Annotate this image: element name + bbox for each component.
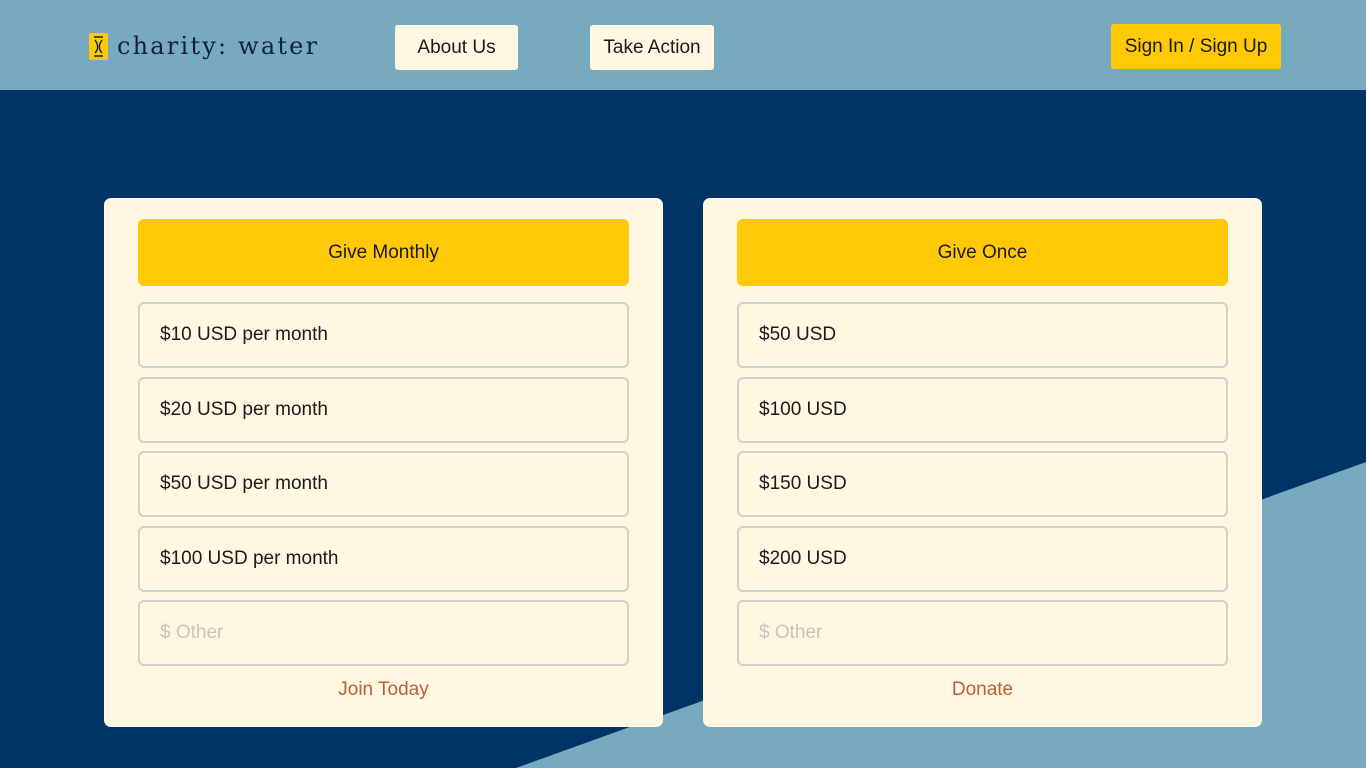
once-option-100[interactable]: $100 USD	[737, 377, 1228, 443]
jerrycan-logo-icon	[89, 33, 108, 60]
give-monthly-card: Give Monthly $10 USD per month $20 USD p…	[104, 198, 663, 727]
give-monthly-tab[interactable]: Give Monthly	[138, 219, 629, 286]
once-other-amount-input[interactable]	[737, 600, 1228, 666]
monthly-option-20[interactable]: $20 USD per month	[138, 377, 629, 443]
take-action-button[interactable]: Take Action	[590, 25, 714, 70]
sign-in-button[interactable]: Sign In / Sign Up	[1111, 24, 1281, 69]
monthly-option-100[interactable]: $100 USD per month	[138, 526, 629, 592]
monthly-option-10[interactable]: $10 USD per month	[138, 302, 629, 368]
monthly-other-amount-input[interactable]	[138, 600, 629, 666]
once-option-150[interactable]: $150 USD	[737, 451, 1228, 517]
about-us-button[interactable]: About Us	[395, 25, 518, 70]
once-option-50[interactable]: $50 USD	[737, 302, 1228, 368]
logo[interactable]: charity: water	[89, 33, 319, 60]
top-nav-bar: charity: water About Us Take Action Sign…	[0, 0, 1366, 90]
give-once-tab[interactable]: Give Once	[737, 219, 1228, 286]
logo-text: charity: water	[117, 32, 320, 60]
donate-link[interactable]: Donate	[703, 679, 1262, 701]
give-once-card: Give Once $50 USD $100 USD $150 USD $200…	[703, 198, 1262, 727]
once-option-200[interactable]: $200 USD	[737, 526, 1228, 592]
monthly-option-50[interactable]: $50 USD per month	[138, 451, 629, 517]
join-today-link[interactable]: Join Today	[104, 679, 663, 701]
